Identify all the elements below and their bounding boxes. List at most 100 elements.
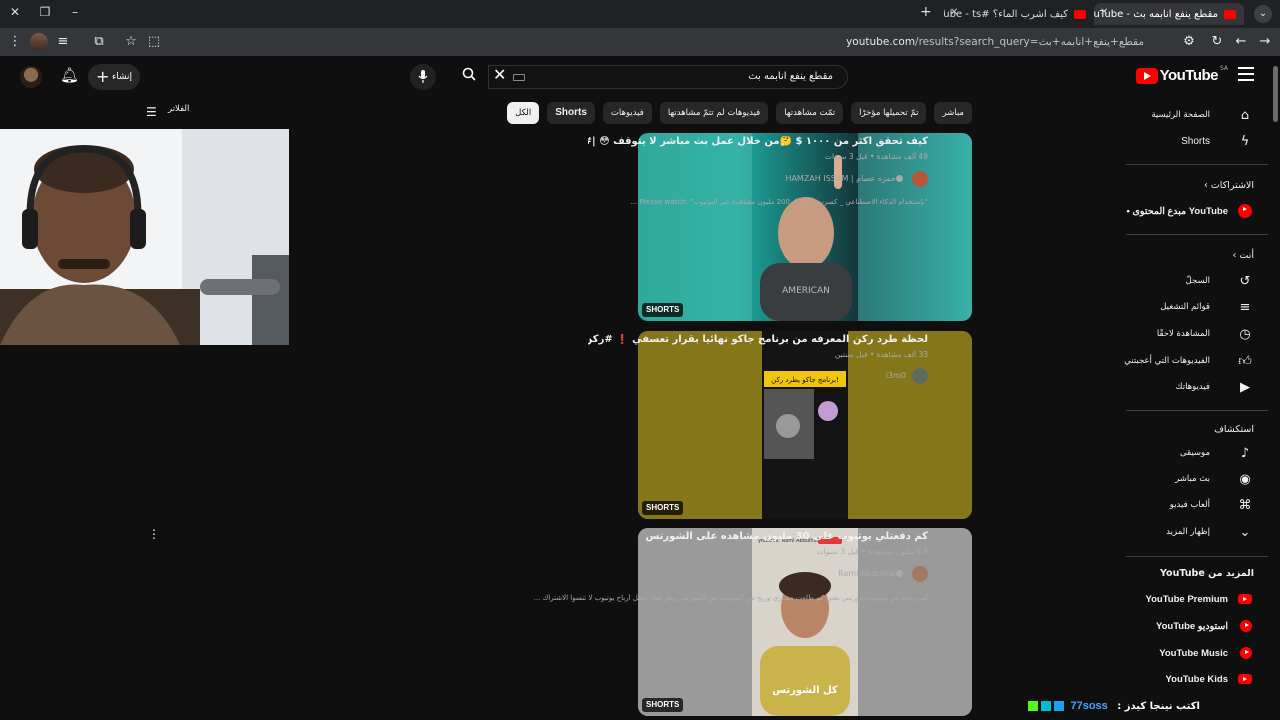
result-description: كم ربحت من يوتيوب شورتس يعني كم طلعت مصا…	[533, 594, 928, 602]
result-thumbnail[interactable]: AMERICAN SHORTS	[638, 133, 972, 321]
sidebar-label: YouTube Premium	[1145, 594, 1228, 605]
site-settings-icon[interactable]: ⚙	[1180, 34, 1198, 49]
chip-all[interactable]: الكل	[507, 102, 540, 124]
more-actions-icon[interactable]: ⋮	[148, 527, 160, 541]
playlists-icon: ≡	[1239, 300, 1251, 315]
webcam-overlay	[0, 129, 289, 345]
sidebar-label: YouTube Kids	[1165, 674, 1228, 685]
search-input[interactable]: مقطع ينفع انابمه بث	[488, 65, 848, 89]
create-label: إنشاء	[111, 72, 132, 82]
reload-icon[interactable]: ↻	[1208, 34, 1226, 49]
verified-icon	[896, 175, 903, 182]
youtube-logo[interactable]: YouTube SA	[1135, 65, 1228, 84]
sidebar-label: بث مباشر	[1175, 474, 1210, 484]
url-host: youtube.com	[846, 36, 916, 48]
sidebar-label: YouTube Music	[1159, 648, 1228, 659]
sidebar-item-home[interactable]: ⌂ الصفحة الرئيسية	[1114, 104, 1280, 130]
thumbnail-image: youtube: Rami Abdulhai كل الشورتس	[638, 528, 972, 716]
sidebar-item-history[interactable]: ↺ السجلّ	[1114, 270, 1280, 296]
sidebar-item-show-more[interactable]: ⌄ إظهار المزيد	[1114, 521, 1280, 547]
keyboard-icon[interactable]	[513, 74, 525, 81]
live-broadcast-icon: ◉	[1239, 472, 1251, 487]
bookmark-star-icon[interactable]: ☆	[122, 34, 140, 49]
scrollbar-thumb[interactable]	[1273, 66, 1278, 122]
microphone-icon[interactable]	[410, 64, 436, 90]
history-icon: ↺	[1239, 274, 1251, 289]
browser-menu-icon[interactable]: ⋮	[6, 34, 24, 49]
sidebar-item-your-videos[interactable]: ▶ فيديوهاتك	[1114, 376, 1280, 402]
channel-avatar[interactable]	[912, 171, 928, 187]
sidebar-item-live[interactable]: ◉ بث مباشر	[1114, 468, 1280, 494]
verified-icon	[896, 570, 903, 577]
chip-watched[interactable]: تمّت مشاهدتها	[776, 102, 844, 124]
forward-icon[interactable]: ←	[1232, 34, 1250, 49]
address-bar[interactable]: youtube.com/results?search_query=مقطع+ين…	[174, 32, 1204, 52]
search-icon[interactable]	[452, 65, 486, 89]
result-title[interactable]: لحظة طرد ركن المعرفه من برنامج جاكو نهائ…	[588, 334, 928, 345]
sidebar-item-liked[interactable]: 👍︎ الفيديوهات التي أعجبتني	[1114, 350, 1280, 376]
chip-shorts[interactable]: Shorts	[547, 102, 595, 124]
account-avatar[interactable]	[20, 66, 42, 88]
webcam-image	[0, 129, 289, 345]
stream-overlay-text: اكتب نينجا كيدز : 77soss	[1028, 700, 1200, 716]
shorts-badge: SHORTS	[642, 501, 684, 515]
music-note-icon: ♪	[1240, 446, 1250, 461]
profile-avatar[interactable]	[30, 33, 48, 51]
sidebar-item-gaming[interactable]: ⌘ ألعاب فيديو	[1114, 494, 1280, 520]
back-icon[interactable]: →	[1256, 34, 1274, 49]
sidebar-item-premium[interactable]: YouTube Premium	[1114, 588, 1280, 614]
sidebar-item-subscription-channel[interactable]: YouTube مبدع المحتوى •	[1114, 200, 1280, 226]
shorts-icon: ϟ	[1240, 134, 1250, 149]
sidebar-item-studio[interactable]: استوديو YouTube	[1114, 615, 1280, 641]
youtube-studio-icon	[1240, 620, 1252, 632]
sidebar-item-playlists[interactable]: ≡ قوائم التشغيل	[1114, 296, 1280, 322]
sidebar-item-music[interactable]: ♪ موسيقى	[1114, 442, 1280, 468]
sidebar-label: موسيقى	[1179, 448, 1210, 458]
result-title[interactable]: كم دفعتلي يوتيوب على 30 مليون مشاهده على…	[588, 531, 928, 542]
sidebar-section-you[interactable]: أنت ›	[1233, 250, 1254, 261]
telegram-icon	[1041, 701, 1051, 711]
screenshot-icon[interactable]: ⬚	[145, 34, 163, 49]
sidebar-section-subscriptions[interactable]: الاشتراكات ›	[1204, 180, 1254, 191]
notifications-bell-icon[interactable]: 🔔︎	[60, 66, 79, 84]
sidebar-item-watch-later[interactable]: ◷ المشاهدة لاحقًا	[1114, 323, 1280, 349]
window-close-icon[interactable]: ✕	[6, 5, 24, 19]
window-restore-icon[interactable]: ❐	[36, 5, 54, 19]
svg-text:AMERICAN: AMERICAN	[782, 286, 830, 296]
result-thumbnail[interactable]: برنامج جاكو يطرد ركن! SHORTS	[638, 331, 972, 519]
tab-active[interactable]: مقطع ينفع انابمه بث - YouTube ✕	[1094, 3, 1244, 25]
create-button[interactable]: إنشاء +	[88, 64, 140, 90]
sidebar-section-more-from-youtube: المزيد من YouTube	[1160, 568, 1254, 579]
sidebar-item-kids[interactable]: YouTube Kids	[1114, 668, 1280, 694]
new-tab-button[interactable]: +	[920, 4, 932, 20]
extensions-icon[interactable]: ⧉	[90, 34, 108, 49]
filters-label: الفلاتر	[168, 104, 190, 114]
sidebar-item-music-app[interactable]: YouTube Music	[1114, 642, 1280, 668]
chip-recently-uploaded[interactable]: تمّ تحميلها مؤخرًا	[851, 102, 927, 124]
logo-region: SA	[1219, 65, 1228, 72]
window-minimize-icon[interactable]: –	[66, 5, 84, 19]
tab-close-icon[interactable]: ✕	[950, 7, 958, 18]
result-thumbnail[interactable]: youtube: Rami Abdulhai كل الشورتس SHORTS	[638, 528, 972, 716]
sidebar-label: قوائم التشغيل	[1160, 302, 1210, 312]
chip-videos[interactable]: فيديوهات	[602, 102, 652, 124]
chip-live[interactable]: مباشر	[934, 102, 972, 124]
browser-toolbar: ⋮ ≡ ⧉ ☆ ⬚ youtube.com/results?search_que…	[0, 28, 1280, 56]
page-scrollbar[interactable]	[1272, 62, 1278, 720]
sidebar-label: استوديو YouTube	[1155, 621, 1228, 632]
channel-avatar[interactable]	[912, 368, 928, 384]
tab-close-icon[interactable]: ✕	[1100, 7, 1108, 18]
chevron-left-icon: ›	[1232, 250, 1237, 261]
filters-button[interactable]: ☰ الفلاتر	[146, 104, 189, 122]
shorts-badge: SHORTS	[642, 303, 684, 317]
guide-menu-icon[interactable]	[1238, 67, 1254, 81]
sidebar-item-shorts[interactable]: ϟ Shorts	[1114, 130, 1280, 156]
tab-search-button[interactable]: ⌄	[1254, 5, 1272, 23]
channel-avatar[interactable]	[912, 566, 928, 582]
downloads-icon[interactable]: ≡	[54, 34, 72, 49]
result-title[interactable]: كيف تحقق اكثر من ١٠٠٠ $ 🤔من خلال عمل بث …	[588, 136, 928, 147]
tab-inactive[interactable]: كيف اشرب الماء؟ #YouTube - ts ✕	[944, 3, 1094, 25]
clear-search-icon[interactable]: ✕	[493, 65, 506, 84]
chip-unwatched[interactable]: فيديوهات لم تتمّ مشاهدتها	[659, 102, 769, 124]
result-meta: 49 ألف مشاهدة • قبل 3 سنوات	[824, 152, 928, 161]
